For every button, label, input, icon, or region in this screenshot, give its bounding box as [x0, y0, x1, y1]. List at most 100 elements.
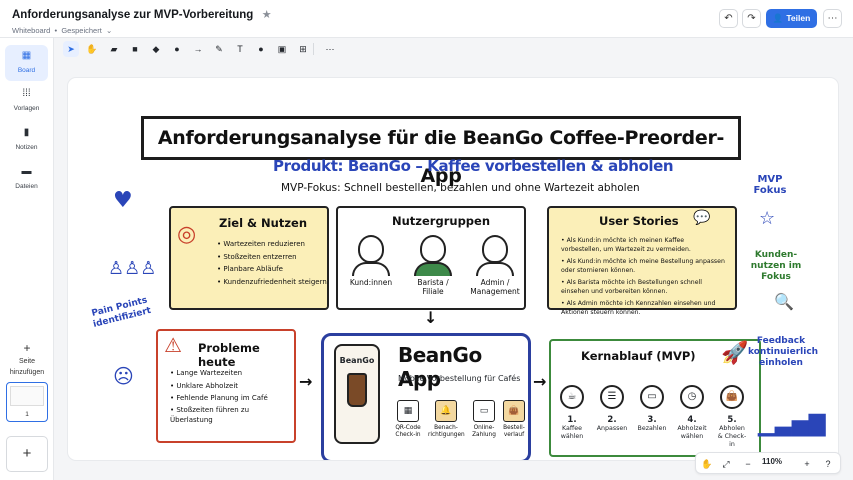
step-label: Bezahlen	[637, 425, 667, 432]
board-icon: ▦	[21, 50, 32, 61]
share-button[interactable]: 👤 Teilen	[766, 9, 817, 28]
persona-label-2: Management	[470, 287, 520, 296]
goal-title: Ziel & Nutzen	[219, 216, 308, 230]
notes-icon: ▮	[23, 127, 30, 138]
document-title[interactable]: Anforderungsanalyse zur MVP-Vorbereitung	[12, 9, 253, 21]
user-groups-title: Nutzergruppen	[392, 214, 491, 228]
arrow-tool[interactable]: →	[190, 41, 206, 57]
undo-button[interactable]: ↶	[719, 9, 738, 28]
text-tool[interactable]: T	[232, 41, 248, 57]
user-groups-card[interactable]: Nutzergruppen Kund:innen Barista / Filia…	[336, 206, 526, 310]
persona-label: Kund:innen	[349, 278, 393, 287]
new-page-button[interactable]: +	[6, 436, 48, 472]
text-icon: T	[237, 44, 243, 54]
plus-icon: +	[22, 445, 32, 462]
undo-icon: ↶	[724, 13, 733, 24]
list-item: Kundenzufriedenheit steigern	[217, 276, 326, 289]
minus-icon: −	[745, 459, 751, 469]
credit-card-icon: ▭	[640, 385, 664, 409]
zoom-level[interactable]: 110%	[762, 457, 782, 466]
list-item: Wartezeiten reduzieren	[217, 238, 327, 251]
shape-tool[interactable]: ◆	[148, 41, 164, 57]
hand-tool[interactable]: ✋	[84, 41, 100, 57]
coffee-cup-icon	[347, 373, 367, 407]
document-type: Whiteboard	[12, 26, 51, 35]
feature-label-2: verlauf	[503, 432, 525, 438]
core-flow-card[interactable]: Kernablauf (MVP) 🚀 ☕ 1. Kaffee wählen ☰ …	[549, 339, 761, 457]
rectangle-tool[interactable]: ■	[127, 41, 143, 57]
sliders-icon: ☰	[600, 385, 624, 409]
app-subtitle: Mobile Vorbestellung für Cafés	[398, 374, 521, 383]
step-number: 1.	[567, 415, 577, 425]
app-card[interactable]: BeanGo BeanGo App Mobile Vorbestellung f…	[321, 333, 531, 460]
share-label: Teilen	[786, 13, 811, 23]
more-options-button[interactable]: ⋯	[823, 9, 842, 28]
arrow-connector: →	[299, 372, 313, 391]
flow-step: ◷ 4. Abholzeit wählen	[675, 385, 709, 441]
whiteboard-canvas[interactable]: Anforderungsanalyse für die BeanGo Coffe…	[68, 78, 838, 460]
image-tool[interactable]: ▣	[274, 41, 290, 57]
redo-button[interactable]: ↷	[742, 9, 761, 28]
comment-icon: ●	[258, 44, 264, 54]
feature-label: Bestell-	[503, 425, 525, 431]
save-status[interactable]: Gespeichert	[61, 26, 101, 35]
comment-tool[interactable]: ●	[253, 41, 269, 57]
toolbar-divider	[313, 43, 314, 55]
cup-icon: ☕	[560, 385, 584, 409]
files-icon: ▬	[21, 166, 32, 177]
user-stories-card[interactable]: User Stories 💬 Als Kund:in möchte ich me…	[547, 206, 737, 316]
help-button[interactable]: ?	[820, 456, 836, 472]
zoom-in-button[interactable]: +	[799, 456, 815, 472]
target-icon: ◎	[177, 222, 197, 247]
star-icon: ☆	[759, 208, 776, 229]
pen-tool[interactable]: ✎	[211, 41, 227, 57]
sad-face-icon: ☹	[113, 364, 134, 388]
step-label: Kaffee	[562, 425, 582, 432]
persona-customer: Kund:innen	[344, 235, 398, 287]
list-item: Als Kund:in möchte ich meine Bestellung …	[561, 257, 726, 275]
chevron-down-icon[interactable]: ⌄	[104, 26, 112, 35]
sidebar-item-notes[interactable]: ▮ Notizen	[5, 122, 48, 158]
magnifier-icon: 🔍	[774, 292, 794, 311]
app-title: BeanGo App	[398, 343, 482, 391]
list-item: Unklare Abholzeit	[170, 380, 268, 393]
hand-pan-button[interactable]: ✋	[699, 456, 715, 472]
redo-icon: ↷	[747, 13, 756, 24]
pen-nib-icon: ◆	[152, 44, 160, 54]
warning-icon: ⚠	[164, 333, 182, 357]
circle-tool[interactable]: ●	[169, 41, 185, 57]
list-item: Stoßzeiten führen zu Überlastung	[170, 405, 258, 425]
feature-label: QR-Code	[395, 425, 421, 431]
templates-icon: ⁞⁞⁞	[22, 88, 31, 99]
person-icon	[482, 235, 508, 263]
mvp-fokus-note: MVP Fokus	[753, 174, 787, 196]
hand-icon: ✋	[86, 44, 98, 54]
sidebar-item-board[interactable]: ▦ Board	[5, 45, 48, 81]
phone-icon: BeanGo	[334, 344, 380, 444]
flow-step: ▭ 3. Bezahlen	[635, 385, 669, 433]
sidebar-item-templates[interactable]: ⁞⁞⁞ Vorlagen	[5, 83, 48, 119]
list-item: Als Barista möchte ich Bestellungen schn…	[561, 278, 726, 296]
persona-label: Admin /	[480, 278, 510, 287]
list-item: Fehlende Planung im Café	[170, 392, 267, 405]
sidebar-item-files[interactable]: ▬ Dateien	[5, 161, 48, 197]
sticky-note-tool[interactable]: ▰	[106, 41, 122, 57]
goal-card[interactable]: ◎ Ziel & Nutzen Wartezeiten reduzieren S…	[169, 206, 329, 310]
expand-icon: ⤢	[722, 459, 730, 469]
feature-notifications: 🔔 Benach- richtigungen	[428, 400, 465, 439]
page-thumbnail[interactable]: 1	[6, 382, 48, 422]
problems-card[interactable]: ⚠ Probleme heute Lange Wartezeiten Unkla…	[156, 329, 296, 443]
help-icon: ?	[825, 459, 831, 469]
table-tool[interactable]: ⊞	[295, 41, 311, 57]
problems-list: Lange Wartezeiten Unklare Abholzeit Fehl…	[170, 367, 268, 425]
board-banner[interactable]: Anforderungsanalyse für die BeanGo Coffe…	[141, 116, 741, 187]
more-tools-button[interactable]: ⋯	[322, 41, 338, 57]
fit-to-screen-button[interactable]: ⤢	[718, 456, 734, 472]
favorite-star-icon[interactable]: ★	[262, 8, 272, 21]
zoom-out-button[interactable]: −	[740, 456, 756, 472]
image-icon: ▣	[277, 44, 287, 54]
list-item: Stoßzeiten entzerren	[217, 251, 327, 264]
add-page-button[interactable]: + Seite hinzufügen	[4, 341, 50, 377]
step-label: Anpassen	[596, 425, 628, 432]
select-tool[interactable]: ➤	[63, 41, 79, 57]
